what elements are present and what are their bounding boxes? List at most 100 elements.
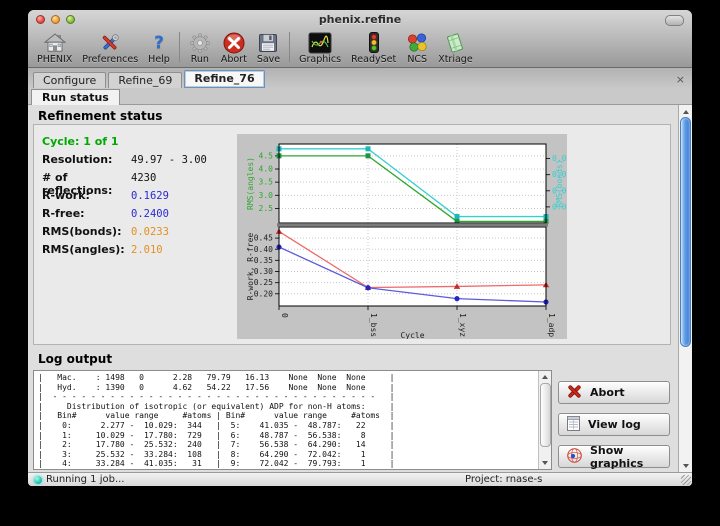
tab-refine-76[interactable]: Refine_76	[184, 70, 264, 88]
toolbar-item-graphics[interactable]: Graphics	[294, 30, 346, 65]
log-text: | Mac. : 1498 0 2.28 79.79 16.13 None No…	[38, 373, 537, 469]
toolbar-item-save[interactable]: Save	[252, 30, 285, 65]
stat-label: Resolution:	[42, 153, 131, 166]
subtab-run-status[interactable]: Run status	[31, 89, 120, 106]
sub-tab-bar: Run status	[28, 88, 692, 105]
save-floppy-icon	[258, 31, 278, 54]
tab-configure[interactable]: Configure	[33, 72, 106, 88]
svg-text:4.5: 4.5	[259, 151, 274, 160]
stat-value: 0.0233	[131, 226, 169, 238]
xtriage-crystal-icon	[444, 31, 466, 54]
svg-text:4.0: 4.0	[259, 165, 274, 174]
toolbar-toggle-capsule[interactable]	[665, 15, 684, 26]
toolbar-item-label: Save	[257, 54, 280, 65]
svg-text:Cycle: Cycle	[400, 331, 424, 339]
svg-text:2.5: 2.5	[259, 204, 274, 213]
stat-value: 0.2400	[131, 208, 169, 220]
toolbar-item-label: Xtriage	[438, 54, 472, 65]
stat-label: R-work:	[42, 189, 131, 202]
view-log-button[interactable]: View log	[558, 413, 670, 436]
tab-close-icon[interactable]: ×	[676, 74, 685, 85]
main-scrollbar-thumb[interactable]	[680, 117, 691, 347]
scroll-up-icon[interactable]	[539, 372, 551, 382]
stat-label: R-free:	[42, 207, 131, 220]
svg-text:1_bss: 1_bss	[369, 313, 378, 337]
scroll-down-icon[interactable]	[539, 458, 551, 468]
status-running-text: Running 1 job...	[46, 474, 124, 485]
toolbar-item-phenix[interactable]: PHENIX	[32, 30, 77, 65]
phenix-refine-window: phenix.refine PHENIX	[28, 10, 692, 486]
preferences-tools-icon	[99, 31, 121, 54]
toolbar-item-abort[interactable]: Abort	[216, 30, 252, 65]
svg-text:1_adp: 1_adp	[547, 313, 556, 337]
toolbar-item-readyset[interactable]: ReadySet	[346, 30, 401, 65]
titlebar[interactable]: phenix.refine	[28, 10, 692, 30]
log-line: | 3: 25.532 - 33.284: 108 | 8: 64.290 - …	[38, 450, 537, 460]
toolbar-separator	[289, 32, 290, 62]
run-status-page: Refinement status Cycle: 1 of 1 Resoluti…	[28, 105, 678, 472]
cycle-value: Cycle: 1 of 1	[42, 135, 119, 148]
log-line: | 2: 17.780 - 25.532: 240 | 7: 56.538 - …	[38, 440, 537, 450]
main-tab-bar: Configure Refine_69 Refine_76 ×	[28, 68, 692, 88]
svg-text:0.25: 0.25	[254, 278, 273, 287]
toolbar-item-label: NCS	[407, 54, 427, 65]
scroll-down-icon[interactable]	[679, 460, 692, 471]
refinement-chart-area: 2.53.03.54.04.50.0240.0250.0260.027RMS(a…	[237, 134, 567, 339]
log-output-area[interactable]: | Mac. : 1498 0 2.28 79.79 16.13 None No…	[33, 370, 552, 470]
svg-text:0.35: 0.35	[254, 256, 273, 265]
traffic-light-icon	[362, 31, 386, 54]
toolbar-item-ncs[interactable]: NCS	[401, 30, 433, 65]
toolbar-item-preferences[interactable]: Preferences	[77, 30, 143, 65]
toolbar-item-label: Help	[148, 54, 170, 65]
log-line: | Mac. : 1498 0 2.28 79.79 16.13 None No…	[38, 373, 537, 383]
show-graphics-button[interactable]: Show graphics	[558, 445, 670, 468]
svg-text:0.40: 0.40	[254, 245, 273, 254]
toolbar-item-label: Preferences	[82, 54, 138, 65]
svg-text:0: 0	[280, 313, 289, 318]
document-icon	[566, 415, 581, 435]
toolbar-item-label: Abort	[221, 54, 247, 65]
help-icon: ?	[154, 31, 164, 54]
run-gear-icon	[189, 31, 211, 54]
stat-resolution: Resolution: 49.97 - 3.00	[42, 153, 207, 166]
status-bar: Running 1 job... Project: rnase-s	[28, 472, 692, 486]
log-line: | Bin# value range #atoms | Bin# value r…	[38, 411, 537, 421]
svg-text:0.30: 0.30	[254, 267, 273, 276]
log-output-heading: Log output	[38, 352, 112, 366]
log-scrollbar[interactable]	[538, 371, 551, 469]
svg-text:1_xyz: 1_xyz	[458, 313, 467, 337]
stat-rms-bonds: RMS(bonds): 0.0233	[42, 225, 169, 238]
log-line: | Distribution of isotropic (or equivale…	[38, 402, 537, 412]
stat-cycle: Cycle: 1 of 1	[42, 135, 119, 148]
scroll-up-icon[interactable]	[679, 106, 692, 117]
log-line: | - - - - - - - - - - - - - - - - - - - …	[38, 392, 537, 402]
toolbar: PHENIX Preferences ? Help	[28, 30, 692, 68]
tab-refine-69[interactable]: Refine_69	[108, 72, 182, 88]
log-line: | 1: 10.029 - 17.780: 729 | 6: 48.787 - …	[38, 431, 537, 441]
svg-text:R-work, R-free: R-work, R-free	[246, 233, 255, 301]
abort-button[interactable]: Abort	[558, 381, 670, 404]
toolbar-separator	[179, 32, 180, 62]
stat-value: 0.1629	[131, 190, 169, 202]
stat-value: 4230	[131, 172, 156, 184]
svg-text:RMS(angles): RMS(angles)	[246, 157, 255, 210]
graphics-density-icon	[308, 31, 332, 54]
svg-text:RMS(bonds): RMS(bonds)	[555, 159, 564, 207]
toolbar-item-run[interactable]: Run	[184, 30, 216, 65]
molecule-mesh-icon	[566, 447, 583, 467]
log-line: | Hyd. : 1390 0 4.62 54.22 17.56 None No…	[38, 383, 537, 393]
toolbar-item-label: ReadySet	[351, 54, 396, 65]
screenshot-canvas: phenix.refine PHENIX	[0, 0, 720, 526]
log-scrollbar-thumb[interactable]	[540, 383, 551, 447]
resize-grip[interactable]	[681, 475, 691, 485]
main-scrollbar[interactable]	[678, 105, 692, 472]
abort-button-label: Abort	[590, 386, 625, 399]
toolbar-item-xtriage[interactable]: Xtriage	[433, 30, 477, 65]
stat-rms-angles: RMS(angles): 2.010	[42, 243, 163, 256]
svg-text:0.20: 0.20	[254, 289, 273, 298]
toolbar-item-help[interactable]: ? Help	[143, 30, 175, 65]
toolbar-item-label: Graphics	[299, 54, 341, 65]
window-title: phenix.refine	[28, 13, 692, 26]
status-project-text: Project: rnase-s	[465, 474, 542, 485]
abort-x-icon	[566, 383, 583, 403]
